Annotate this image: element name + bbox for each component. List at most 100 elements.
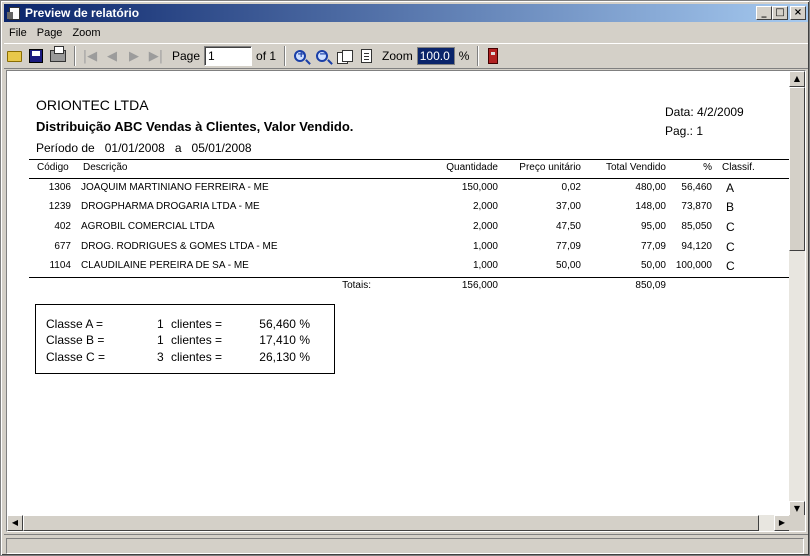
title-bar[interactable]: Preview de relatório _ □ × [4, 4, 808, 22]
horizontal-scrollbar[interactable]: ◀ ▶ [7, 515, 790, 531]
last-page-button[interactable]: ▶| [146, 46, 166, 66]
class-summary-line: Classe B = 1 clientes = 17,410 % [46, 333, 326, 349]
totals-quantidade: 156,000 [461, 280, 498, 291]
exit-icon [488, 48, 499, 64]
cell-classif: C [726, 240, 735, 254]
page-number-input[interactable] [204, 46, 253, 66]
save-button[interactable] [26, 46, 46, 66]
window-title: Preview de relatório [25, 6, 140, 20]
class-count: 1 [157, 333, 164, 347]
report-viewport[interactable]: ORIONTEC LTDA Distribuição ABC Vendas à … [6, 70, 806, 532]
class-summary-box: Classe A = 1 clientes = 56,460 % Classe … [35, 304, 335, 374]
page-width-button[interactable] [334, 46, 354, 66]
cell-descricao: AGROBIL COMERCIAL LTDA [81, 221, 215, 232]
scroll-up-button[interactable]: ▲ [789, 71, 805, 87]
class-pct: 17,410 % [259, 333, 310, 347]
folder-icon [6, 50, 22, 62]
full-page-icon [360, 49, 372, 63]
col-descricao: Descrição [83, 162, 128, 173]
table-row: 1239 DROGPHARMA DROGARIA LTDA - ME 2,000… [7, 200, 790, 220]
cell-total: 95,00 [640, 221, 666, 232]
zoom-input[interactable] [416, 47, 455, 65]
cell-preco: 47,50 [555, 221, 581, 232]
class-label: Classe C = [46, 350, 106, 364]
header-top-rule [29, 159, 789, 160]
table-row: 1306 JOAQUIM MARTINIANO FERREIRA - ME 15… [7, 181, 790, 201]
report-page: ORIONTEC LTDA Distribuição ABC Vendas à … [7, 71, 790, 517]
report-page-number: Pag.: 1 [665, 124, 704, 138]
cell-pct: 73,870 [681, 201, 712, 212]
minimize-button[interactable]: _ [756, 6, 772, 20]
arrow-up-icon: ▲ [793, 74, 801, 83]
cell-quantidade: 1,000 [472, 260, 498, 271]
totals-rule [29, 277, 789, 278]
cell-pct: 94,120 [681, 241, 712, 252]
period-to: 05/01/2008 [191, 141, 252, 155]
cell-pct: 85,050 [681, 221, 712, 232]
cell-classif: B [726, 200, 735, 214]
period-from: 01/01/2008 [104, 141, 165, 155]
scroll-right-button[interactable]: ▶ [774, 515, 790, 531]
horizontal-scroll-thumb[interactable] [23, 515, 759, 531]
first-page-icon: |◀ [82, 48, 98, 64]
toolbar-separator [74, 46, 76, 66]
zoom-in-icon: + [294, 49, 307, 62]
vertical-scroll-thumb[interactable] [789, 87, 805, 251]
class-label: Classe A = [46, 317, 104, 331]
cell-total: 480,00 [635, 182, 666, 193]
toolbar-separator [477, 46, 480, 66]
cell-codigo: 1306 [48, 182, 71, 193]
menu-file[interactable]: File [4, 27, 32, 39]
zoom-in-button[interactable]: + [290, 46, 310, 66]
open-button[interactable] [4, 46, 24, 66]
menu-page[interactable]: Page [32, 27, 68, 39]
report-period: Período de 01/01/2008 a 05/01/2008 [36, 141, 252, 155]
prev-page-button[interactable]: ◀ [102, 46, 122, 66]
print-button[interactable] [48, 46, 68, 66]
vertical-scrollbar[interactable]: ▲ ▼ [789, 71, 805, 517]
header-bottom-rule [29, 178, 789, 179]
arrow-right-icon: ▶ [778, 518, 786, 527]
maximize-button[interactable]: □ [772, 6, 788, 20]
cell-quantidade: 2,000 [472, 201, 498, 212]
arrow-left-icon: ◀ [11, 518, 19, 527]
cell-codigo: 402 [54, 221, 71, 232]
cell-codigo: 1239 [48, 201, 71, 212]
col-codigo: Código [37, 162, 69, 173]
class-summary-line: Classe C = 3 clientes = 26,130 % [46, 350, 326, 366]
preview-window: Preview de relatório _ □ × File Page Zoo… [0, 0, 810, 556]
cell-pct: 56,460 [681, 182, 712, 193]
cell-total: 77,09 [640, 241, 666, 252]
arrow-down-icon: ▼ [793, 504, 801, 513]
class-pct: 26,130 % [259, 350, 310, 364]
cell-preco: 0,02 [561, 182, 581, 193]
first-page-button[interactable]: |◀ [80, 46, 100, 66]
col-quantidade: Quantidade [446, 162, 498, 173]
next-page-button[interactable]: ▶ [124, 46, 144, 66]
page-count-label: of 1 [256, 49, 277, 63]
cell-classif: C [726, 259, 735, 273]
menu-zoom[interactable]: Zoom [67, 27, 105, 39]
col-pct: % [703, 162, 712, 173]
cell-preco: 50,00 [555, 260, 581, 271]
zoom-percent-label: % [458, 49, 470, 63]
next-page-icon: ▶ [129, 48, 139, 64]
exit-button[interactable] [483, 46, 503, 66]
page-width-icon [337, 50, 354, 64]
cell-pct: 100,000 [675, 260, 712, 271]
cell-descricao: DROG. RODRIGUES & GOMES LTDA - ME [81, 241, 278, 252]
company-name: ORIONTEC LTDA [36, 97, 149, 113]
toolbar: |◀ ◀ ▶ ▶| Page of 1 + − Zoom % [4, 43, 808, 69]
zoom-out-button[interactable]: − [312, 46, 332, 66]
cell-classif: C [726, 220, 735, 234]
col-total: Total Vendido [605, 162, 666, 173]
col-preco: Preço unitário [519, 162, 581, 173]
close-button[interactable]: × [790, 6, 806, 20]
full-page-button[interactable] [356, 46, 376, 66]
cell-codigo: 677 [54, 241, 71, 252]
report-title: Distribuição ABC Vendas à Clientes, Valo… [36, 119, 354, 134]
status-bar [4, 534, 808, 554]
scroll-left-button[interactable]: ◀ [7, 515, 23, 531]
zoom-label: Zoom [382, 49, 413, 63]
cell-total: 50,00 [640, 260, 666, 271]
